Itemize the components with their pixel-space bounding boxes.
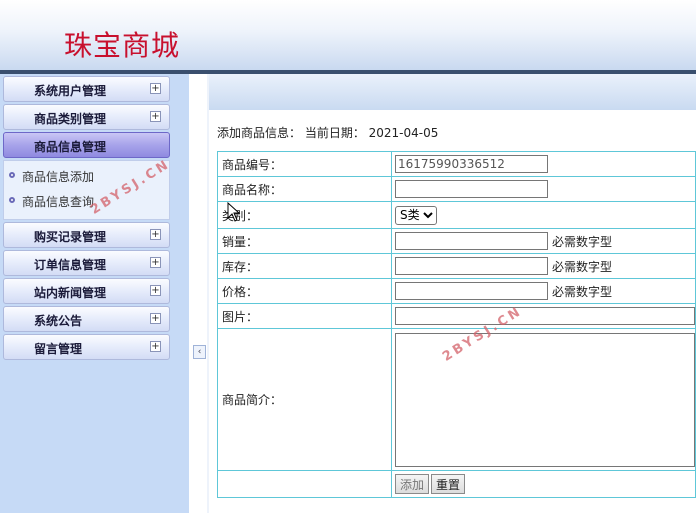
sidebar: 系统用户管理 + 商品类别管理 + 商品信息管理 商品信息添加 商品信息查询 购… xyxy=(0,74,189,513)
menu-label: 商品类别管理 xyxy=(34,112,107,126)
numeric-hint: 必需数字型 xyxy=(552,234,613,249)
submenu-label: 商品信息添加 xyxy=(22,170,95,184)
field-label: 商品简介： xyxy=(217,328,392,471)
content-top-bar xyxy=(209,74,696,110)
menu-label: 订单信息管理 xyxy=(34,258,107,272)
field-label: 类别： xyxy=(217,201,392,229)
menu-label: 站内新闻管理 xyxy=(34,286,107,300)
form-row-intro: 商品简介： xyxy=(217,328,696,471)
expand-plus-icon[interactable]: + xyxy=(150,313,161,324)
main-content: 添加商品信息： 当前日期： 2021-04-05 商品编号： 商品名称： 类别：… xyxy=(209,74,696,513)
category-select[interactable]: S类 xyxy=(395,205,437,225)
menu-label: 留言管理 xyxy=(34,342,83,356)
add-button[interactable]: 添加 xyxy=(395,474,430,494)
expand-plus-icon[interactable]: + xyxy=(150,341,161,352)
menu-purchase-records[interactable]: 购买记录管理 + xyxy=(3,222,170,248)
sidebar-menu: 系统用户管理 + 商品类别管理 + 商品信息管理 商品信息添加 商品信息查询 购… xyxy=(3,76,170,362)
expand-plus-icon[interactable]: + xyxy=(150,285,161,296)
submenu-item-query-product[interactable]: 商品信息查询 xyxy=(4,190,169,215)
field-label: 商品编号： xyxy=(217,151,392,177)
form-row-stock: 库存： 必需数字型 xyxy=(217,253,696,279)
numeric-hint: 必需数字型 xyxy=(552,259,613,274)
form-row-actions: 添加 重置 xyxy=(217,470,696,498)
field-label: 商品名称： xyxy=(217,176,392,202)
expand-plus-icon[interactable]: + xyxy=(150,83,161,94)
expand-plus-icon[interactable]: + xyxy=(150,229,161,240)
submenu-product-info: 商品信息添加 商品信息查询 xyxy=(3,160,170,220)
form-row-image: 图片： xyxy=(217,303,696,329)
add-product-form: 商品编号： 商品名称： 类别： S类 销量： 必需数字型 xyxy=(217,151,696,498)
product-code-input[interactable] xyxy=(395,155,548,173)
product-intro-textarea[interactable] xyxy=(395,332,695,467)
form-row-price: 价格： 必需数字型 xyxy=(217,278,696,304)
menu-label: 商品信息管理 xyxy=(34,140,107,154)
field-label: 图片： xyxy=(217,303,392,329)
menu-messages[interactable]: 留言管理 + xyxy=(3,334,170,360)
field-label: 价格： xyxy=(217,278,392,304)
mouse-cursor-icon xyxy=(227,202,241,222)
menu-system-users[interactable]: 系统用户管理 + xyxy=(3,76,170,102)
form-row-category: 类别： S类 xyxy=(217,201,696,229)
site-brand: 珠宝商城 xyxy=(64,29,181,62)
menu-label: 系统用户管理 xyxy=(34,84,107,98)
form-row-name: 商品名称： xyxy=(217,176,696,202)
submenu-item-add-product[interactable]: 商品信息添加 xyxy=(4,165,169,190)
sales-input[interactable] xyxy=(395,232,548,250)
bullet-icon xyxy=(9,197,15,203)
field-label: 库存： xyxy=(217,253,392,279)
form-row-sales: 销量： 必需数字型 xyxy=(217,228,696,254)
expand-plus-icon[interactable]: + xyxy=(150,111,161,122)
menu-label: 系统公告 xyxy=(34,314,83,328)
expand-plus-icon[interactable]: + xyxy=(150,257,161,268)
reset-button[interactable]: 重置 xyxy=(431,474,466,494)
image-input[interactable] xyxy=(395,307,695,325)
bullet-icon xyxy=(9,172,15,178)
product-name-input[interactable] xyxy=(395,180,548,198)
header: 珠宝商城 xyxy=(0,0,696,70)
field-label: 销量： xyxy=(217,228,392,254)
menu-product-categories[interactable]: 商品类别管理 + xyxy=(3,104,170,130)
sidebar-collapse-icon[interactable]: ‹ xyxy=(193,345,206,359)
menu-label: 购买记录管理 xyxy=(34,230,107,244)
submenu-label: 商品信息查询 xyxy=(22,195,95,209)
stock-input[interactable] xyxy=(395,257,548,275)
menu-product-info[interactable]: 商品信息管理 xyxy=(3,132,170,158)
menu-orders[interactable]: 订单信息管理 + xyxy=(3,250,170,276)
numeric-hint: 必需数字型 xyxy=(552,284,613,299)
price-input[interactable] xyxy=(395,282,548,300)
form-row-code: 商品编号： xyxy=(217,151,696,177)
page-info: 添加商品信息： 当前日期： 2021-04-05 xyxy=(217,126,439,140)
menu-site-news[interactable]: 站内新闻管理 + xyxy=(3,278,170,304)
menu-announcements[interactable]: 系统公告 + xyxy=(3,306,170,332)
